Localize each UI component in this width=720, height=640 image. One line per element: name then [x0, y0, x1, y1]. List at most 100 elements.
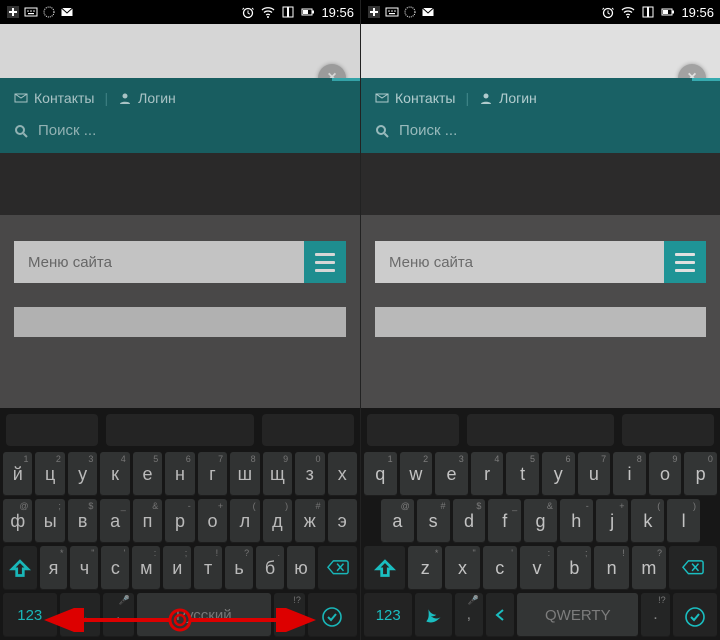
key-б[interactable]: б.: [256, 546, 284, 590]
hamburger-icon[interactable]: [664, 241, 706, 283]
key-й[interactable]: й1: [3, 452, 32, 496]
key-и[interactable]: и;: [163, 546, 191, 590]
key-ц[interactable]: ц2: [35, 452, 64, 496]
key-l[interactable]: l): [667, 499, 700, 543]
wifi-icon: [261, 5, 275, 19]
key-x[interactable]: x": [445, 546, 479, 590]
key-i[interactable]: i8: [613, 452, 646, 496]
key-r[interactable]: r4: [471, 452, 504, 496]
key-v[interactable]: v:: [520, 546, 554, 590]
key-е[interactable]: е5: [133, 452, 162, 496]
key-к[interactable]: к4: [100, 452, 129, 496]
backspace-key[interactable]: [318, 546, 357, 590]
key-m[interactable]: m?: [632, 546, 666, 590]
comma-key[interactable]: ,🎤: [103, 593, 134, 637]
key-х[interactable]: х: [328, 452, 357, 496]
key-м[interactable]: м:: [132, 546, 160, 590]
space-key[interactable]: Русский: [137, 593, 271, 637]
key-ю[interactable]: ю: [287, 546, 315, 590]
key-э[interactable]: э: [328, 499, 357, 543]
key-п[interactable]: п&: [133, 499, 162, 543]
key-я[interactable]: я*: [40, 546, 68, 590]
period-key[interactable]: .!?: [641, 593, 669, 637]
key-н[interactable]: н6: [165, 452, 194, 496]
key-в[interactable]: в$: [68, 499, 97, 543]
key-t[interactable]: t5: [506, 452, 539, 496]
key-л[interactable]: л(: [230, 499, 259, 543]
menu-bar[interactable]: Меню сайта: [14, 241, 346, 283]
suggestion-2[interactable]: [467, 414, 614, 446]
menu-bar[interactable]: Меню сайта: [375, 241, 706, 283]
key-р[interactable]: р-: [165, 499, 194, 543]
key-ф[interactable]: ф@: [3, 499, 32, 543]
phone-right: 19:56 × Контакты | Логин Поиск ... Меню …: [360, 0, 720, 640]
backspace-key[interactable]: [669, 546, 717, 590]
search-placeholder: Поиск ...: [38, 122, 96, 139]
key-щ[interactable]: щ9: [263, 452, 292, 496]
key-у[interactable]: у3: [68, 452, 97, 496]
key-g[interactable]: g&: [524, 499, 557, 543]
key-q[interactable]: q1: [364, 452, 397, 496]
key-ж[interactable]: ж#: [295, 499, 324, 543]
login-link[interactable]: Логин: [138, 90, 176, 106]
key-a[interactable]: a@: [381, 499, 414, 543]
key-с[interactable]: с': [101, 546, 129, 590]
language-key[interactable]: [486, 593, 514, 637]
clock: 19:56: [321, 5, 354, 20]
suggestion-2[interactable]: [106, 414, 254, 446]
key-з[interactable]: з0: [295, 452, 324, 496]
keyboard-russian: й1ц2у3к4е5н6г7ш8щ9з0х ф@ы;в$а_п&р-о+л(д)…: [0, 408, 360, 640]
clock: 19:56: [681, 5, 714, 20]
suggestion-3[interactable]: [262, 414, 354, 446]
key-z[interactable]: z*: [408, 546, 442, 590]
key-д[interactable]: д): [263, 499, 292, 543]
suggestion-1[interactable]: [367, 414, 459, 446]
keyboard-icon: [24, 5, 38, 19]
key-ь[interactable]: ь?: [225, 546, 253, 590]
key-e[interactable]: e3: [435, 452, 468, 496]
swift-key[interactable]: [415, 593, 451, 637]
key-а[interactable]: а_: [100, 499, 129, 543]
contacts-link[interactable]: Контакты: [34, 90, 94, 106]
key-o[interactable]: o9: [649, 452, 682, 496]
key-h[interactable]: h-: [560, 499, 593, 543]
swift-key[interactable]: [60, 593, 100, 637]
key-y[interactable]: y6: [542, 452, 575, 496]
symbols-key[interactable]: 123: [364, 593, 412, 637]
key-ш[interactable]: ш8: [230, 452, 259, 496]
key-ч[interactable]: ч": [70, 546, 98, 590]
space-key[interactable]: QWERTY: [517, 593, 638, 637]
key-k[interactable]: k(: [631, 499, 664, 543]
key-c[interactable]: c': [483, 546, 517, 590]
key-s[interactable]: s#: [417, 499, 450, 543]
key-b[interactable]: b;: [557, 546, 591, 590]
symbols-key[interactable]: 123: [3, 593, 57, 637]
shift-key[interactable]: [3, 546, 37, 590]
key-w[interactable]: w2: [400, 452, 433, 496]
contacts-link[interactable]: Контакты: [395, 90, 455, 106]
battery-icon: [661, 5, 675, 19]
search-field[interactable]: Поиск ...: [14, 118, 346, 153]
user-icon: [479, 91, 493, 105]
key-т[interactable]: т!: [194, 546, 222, 590]
suggestion-3[interactable]: [622, 414, 714, 446]
suggestion-1[interactable]: [6, 414, 98, 446]
enter-key[interactable]: [308, 593, 357, 637]
key-n[interactable]: n!: [594, 546, 628, 590]
period-key[interactable]: .!?: [274, 593, 305, 637]
login-link[interactable]: Логин: [499, 90, 537, 106]
key-p[interactable]: p0: [684, 452, 717, 496]
search-field[interactable]: Поиск ...: [375, 118, 706, 153]
comma-key[interactable]: ,🎤: [455, 593, 483, 637]
enter-key[interactable]: [673, 593, 717, 637]
key-о[interactable]: о+: [198, 499, 227, 543]
key-г[interactable]: г7: [198, 452, 227, 496]
alarm-icon: [601, 5, 615, 19]
key-u[interactable]: u7: [578, 452, 611, 496]
key-ы[interactable]: ы;: [35, 499, 64, 543]
key-d[interactable]: d$: [453, 499, 486, 543]
key-f[interactable]: f_: [488, 499, 521, 543]
hamburger-icon[interactable]: [304, 241, 346, 283]
key-j[interactable]: j+: [596, 499, 629, 543]
shift-key[interactable]: [364, 546, 405, 590]
